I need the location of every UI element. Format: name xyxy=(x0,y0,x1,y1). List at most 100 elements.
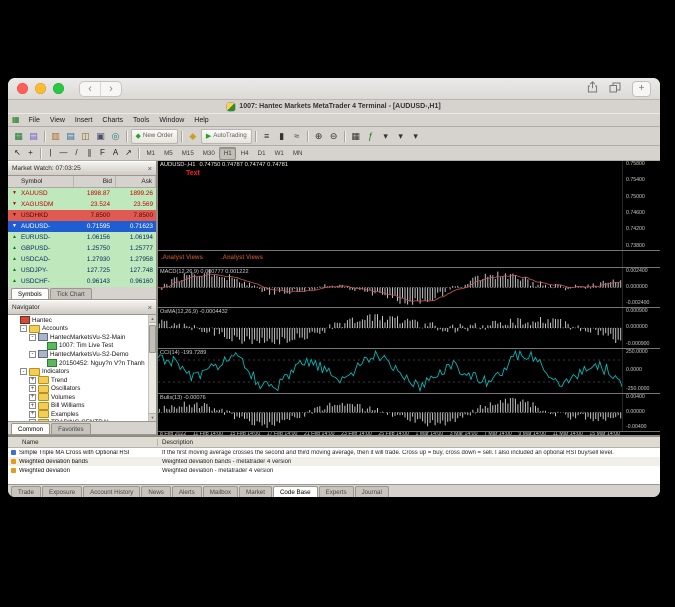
toolbox-tab-exposure[interactable]: Exposure xyxy=(42,486,82,497)
new-tab-button[interactable]: + xyxy=(632,81,651,97)
toolbox-tab-alerts[interactable]: Alerts xyxy=(172,486,202,497)
macd-axis[interactable]: 0.0024000.000000-0.002400 xyxy=(622,268,660,307)
line-chart-icon[interactable]: ≈ xyxy=(290,130,304,143)
tree-item-1007-tim-live-test[interactable]: 1007: Tim Live Test xyxy=(8,342,156,351)
navigator-icon[interactable]: ◫ xyxy=(79,130,93,143)
back-button[interactable]: ‹ xyxy=(80,82,100,96)
codebase-row-simple-triple-ma-cross-with-optional-rsi[interactable]: Simple Triple MA Cross with Optional RSI… xyxy=(8,448,660,457)
scroll-up-icon[interactable]: ▲ xyxy=(149,315,156,323)
osma-axis[interactable]: 0.0009000.000000-0.000900 xyxy=(622,308,660,348)
scrollbar-thumb[interactable] xyxy=(149,325,156,353)
market-watch-row-usdchf[interactable]: ▲USDCHF-0.961430.96160 xyxy=(8,276,156,287)
market-watch-row-usdjpy[interactable]: ▲USDJPY-127.725127.748 xyxy=(8,265,156,276)
market-watch-row-xagusdm[interactable]: ▼XAGUSDM23.52423.569 xyxy=(8,199,156,210)
osma-pane[interactable]: 0.0009000.000000-0.000900 OsMA(12,26,9) … xyxy=(158,308,660,349)
menu-tools[interactable]: Tools xyxy=(128,117,154,124)
candlestick-icon[interactable]: ▮ xyxy=(275,130,289,143)
tree-item-trading-central[interactable]: -TRADING CENTRAL xyxy=(8,419,156,422)
bulls-power-pane[interactable]: 0.004000.00000-0.00400 Bulls(13) -0.0007… xyxy=(158,394,660,432)
timeframe-h4[interactable]: H4 xyxy=(236,147,253,160)
toolbox-tab-experts[interactable]: Experts xyxy=(319,486,354,497)
column-ask[interactable]: Ask xyxy=(116,176,156,187)
tree-item-hantecmarketsvu-s2-main[interactable]: -HantecMarketsVu-S2-Main xyxy=(8,333,156,342)
column-symbol[interactable]: Symbol xyxy=(8,176,74,187)
channel-icon[interactable]: ∥ xyxy=(84,148,96,159)
tree-item-20150452-nguy-n-v-n-thanh[interactable]: 20150452: Nguy?n V?n Thanh xyxy=(8,359,156,368)
market-watch-row-usdhkd[interactable]: ▼USDHKD7.85007.8500 xyxy=(8,210,156,221)
chart-text-object[interactable]: Text xyxy=(186,170,200,177)
profiles-icon[interactable]: ▤ xyxy=(27,130,41,143)
periods-dropdown-icon[interactable]: ▾ xyxy=(394,130,408,143)
collapse-icon[interactable]: - xyxy=(29,334,36,341)
market-watch-row-eurusd[interactable]: ▲EURUSD-1.061561.06194 xyxy=(8,232,156,243)
toolbox-tab-trade[interactable]: Trade xyxy=(11,486,41,497)
market-watch-row-usdcad[interactable]: ▲USDCAD-1.279301.27958 xyxy=(8,254,156,265)
expand-icon[interactable]: + xyxy=(29,377,36,384)
fibonacci-icon[interactable]: F xyxy=(97,148,109,159)
menu-insert[interactable]: Insert xyxy=(70,117,98,124)
tree-item-indicators[interactable]: -Indicators xyxy=(8,367,156,376)
toolbox-tab-journal[interactable]: Journal xyxy=(355,486,389,497)
price-axis[interactable]: 0.758000.754000.750000.746000.742000.738… xyxy=(622,161,660,250)
text-icon[interactable]: A xyxy=(110,148,122,159)
close-window-button[interactable] xyxy=(17,83,28,94)
new-chart-icon[interactable]: ▦ xyxy=(12,130,26,143)
expand-icon[interactable]: + xyxy=(29,385,36,392)
analyst-axis[interactable] xyxy=(622,251,660,267)
timeframe-mn[interactable]: MN xyxy=(288,147,307,160)
tree-item-trend[interactable]: +Trend xyxy=(8,376,156,385)
tree-item-hantecmarketsvu-s2-demo[interactable]: -HantecMarketsVu-S2-Demo xyxy=(8,350,156,359)
column-name[interactable]: Name xyxy=(8,439,158,446)
timeframe-d1[interactable]: D1 xyxy=(253,147,270,160)
market-watch-row-gbpusd[interactable]: ▲GBPUSD-1.257501.25777 xyxy=(8,243,156,254)
cci-pane[interactable]: 250.00000.0000-250.0000 CCI(14) -199.728… xyxy=(158,349,660,394)
toolbox-tab-code-base[interactable]: Code Base xyxy=(273,486,318,497)
indicators-dropdown-icon[interactable]: ▾ xyxy=(379,130,393,143)
trendline-icon[interactable]: / xyxy=(71,148,83,159)
collapse-icon[interactable]: - xyxy=(20,368,27,375)
strategy-tester-icon[interactable]: ◎ xyxy=(109,130,123,143)
forward-button[interactable]: › xyxy=(100,82,121,96)
expand-icon[interactable]: + xyxy=(29,411,36,418)
toolbox-tab-mailbox[interactable]: Mailbox xyxy=(203,486,238,497)
market-watch-row-xauusd[interactable]: ▼XAUUSD1898.871899.26 xyxy=(8,188,156,199)
menu-view[interactable]: View xyxy=(45,117,70,124)
toolbox-tab-market[interactable]: Market xyxy=(239,486,272,497)
collapse-icon[interactable]: - xyxy=(20,325,27,332)
collapse-icon[interactable]: - xyxy=(29,419,36,422)
minimize-window-button[interactable] xyxy=(35,83,46,94)
menu-help[interactable]: Help xyxy=(189,117,213,124)
toolbox-tab-account-history[interactable]: Account History xyxy=(83,486,140,497)
timeframe-h1[interactable]: H1 xyxy=(219,147,236,160)
navigator-close-icon[interactable]: × xyxy=(148,304,152,312)
codebase-row-weighted-deviation[interactable]: Weighted deviationWeighted deviation - m… xyxy=(8,466,660,475)
bar-chart-icon[interactable]: ≡ xyxy=(260,130,274,143)
bulls-axis[interactable]: 0.004000.00000-0.00400 xyxy=(622,394,660,431)
maximize-window-button[interactable] xyxy=(53,83,64,94)
timeframe-w1[interactable]: W1 xyxy=(270,147,288,160)
cci-axis[interactable]: 250.00000.0000-250.0000 xyxy=(622,349,660,393)
cursor-icon[interactable]: ↖ xyxy=(12,148,24,159)
price-chart-pane[interactable]: 0.758000.754000.750000.746000.742000.738… xyxy=(158,161,660,251)
new-order-button[interactable]: ◆New Order xyxy=(131,129,178,144)
menu-file[interactable]: File xyxy=(24,117,45,124)
tab-favorites[interactable]: Favorites xyxy=(51,423,90,434)
timeframe-m30[interactable]: M30 xyxy=(198,147,219,160)
scroll-down-icon[interactable]: ▼ xyxy=(149,413,156,421)
templates-dropdown-icon[interactable]: ▾ xyxy=(409,130,423,143)
menu-window[interactable]: Window xyxy=(154,117,189,124)
market-watch-header[interactable]: Market Watch: 07:03:25 × xyxy=(8,161,156,176)
tab-common[interactable]: Common xyxy=(11,423,50,434)
column-bid[interactable]: Bid xyxy=(74,176,116,187)
expand-icon[interactable]: + xyxy=(29,402,36,409)
toolbox-tab-news[interactable]: News xyxy=(141,486,170,497)
horizontal-line-icon[interactable]: — xyxy=(58,148,70,159)
menu-charts[interactable]: Charts xyxy=(97,117,128,124)
tree-item-accounts[interactable]: -Accounts xyxy=(8,325,156,334)
market-watch-row-audusd[interactable]: ▼AUDUSD-0.715950.71623 xyxy=(8,221,156,232)
tree-item-oscillators[interactable]: +Oscillators xyxy=(8,384,156,393)
tab-overview-icon[interactable] xyxy=(609,80,621,98)
navigator-scrollbar[interactable]: ▲ ▼ xyxy=(148,315,156,421)
tree-item-bill-williams[interactable]: +Bill Williams xyxy=(8,401,156,410)
tab-symbols[interactable]: Symbols xyxy=(11,288,49,299)
